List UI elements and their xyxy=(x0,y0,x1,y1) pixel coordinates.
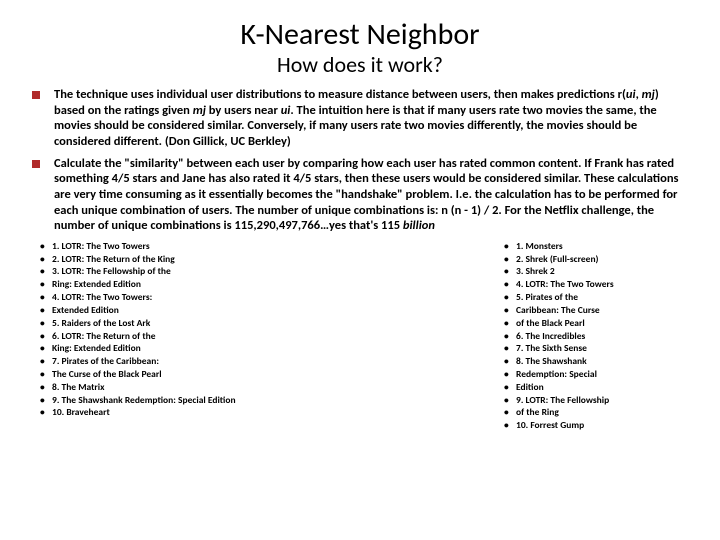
list-item: 1. Monsters xyxy=(502,240,692,253)
main-bullets: The technique uses individual user distr… xyxy=(28,87,692,234)
list-item: Redemption: Special xyxy=(502,368,692,381)
list-item: of the Black Pearl xyxy=(502,317,692,330)
bullet-2: Calculate the "similarity" between each … xyxy=(28,156,692,234)
list-item: 10. Forrest Gump xyxy=(502,419,692,432)
slide: K-Nearest Neighbor How does it work? The… xyxy=(0,0,720,540)
list-item: 8. The Shawshank xyxy=(502,355,692,368)
slide-subtitle: How does it work? xyxy=(28,53,692,77)
title-block: K-Nearest Neighbor How does it work? xyxy=(28,18,692,77)
bullet-1-ital-ui2: ui xyxy=(281,103,291,118)
bullet-1-ital-mj: mj xyxy=(642,87,655,102)
list-item: 8. The Matrix xyxy=(38,381,318,394)
bullet-2-text: Calculate the "similarity" between each … xyxy=(54,156,679,234)
bullet-1-text-d: by users near xyxy=(206,103,281,118)
left-list: 1. LOTR: The Two Towers 2. LOTR: The Ret… xyxy=(38,240,318,419)
left-column: 1. LOTR: The Two Towers 2. LOTR: The Ret… xyxy=(38,240,318,432)
list-item: 1. LOTR: The Two Towers xyxy=(38,240,318,253)
bullet-1-ital-ui: ui xyxy=(626,87,636,102)
list-item: 2. Shrek (Full-screen) xyxy=(502,253,692,266)
bullet-1: The technique uses individual user distr… xyxy=(28,87,692,150)
list-item: Extended Edition xyxy=(38,304,318,317)
list-item: 5. Pirates of the xyxy=(502,291,692,304)
list-item: 4. LOTR: The Two Towers xyxy=(502,278,692,291)
list-item: 3. Shrek 2 xyxy=(502,265,692,278)
list-item: 3. LOTR: The Fellowship of the xyxy=(38,265,318,278)
bullet-2-ital: billion xyxy=(403,218,435,233)
list-item: Ring: Extended Edition xyxy=(38,278,318,291)
list-item: The Curse of the Black Pearl xyxy=(38,368,318,381)
list-item: 2. LOTR: The Return of the King xyxy=(38,253,318,266)
list-item: 9. The Shawshank Redemption: Special Edi… xyxy=(38,394,318,407)
columns: 1. LOTR: The Two Towers 2. LOTR: The Ret… xyxy=(28,240,692,432)
bullet-1-ital-mj2: mj xyxy=(193,103,206,118)
slide-title: K-Nearest Neighbor xyxy=(28,18,692,51)
body: The technique uses individual user distr… xyxy=(28,87,692,432)
list-item: 7. The Sixth Sense xyxy=(502,342,692,355)
list-item: King: Extended Edition xyxy=(38,342,318,355)
list-item: 6. The Incredibles xyxy=(502,330,692,343)
list-item: 7. Pirates of the Caribbean: xyxy=(38,355,318,368)
list-item: 4. LOTR: The Two Towers: xyxy=(38,291,318,304)
right-column: 1. Monsters 2. Shrek (Full-screen) 3. Sh… xyxy=(502,240,692,432)
list-item: of the Ring xyxy=(502,406,692,419)
list-item: Caribbean: The Curse xyxy=(502,304,692,317)
list-item: 5. Raiders of the Lost Ark xyxy=(38,317,318,330)
column-gap xyxy=(318,240,502,432)
list-item: Edition xyxy=(502,381,692,394)
list-item: 6. LOTR: The Return of the xyxy=(38,330,318,343)
list-item: 9. LOTR: The Fellowship xyxy=(502,394,692,407)
bullet-1-text-a: The technique uses individual user distr… xyxy=(54,87,626,102)
list-item: 10. Braveheart xyxy=(38,406,318,419)
right-list: 1. Monsters 2. Shrek (Full-screen) 3. Sh… xyxy=(502,240,692,432)
